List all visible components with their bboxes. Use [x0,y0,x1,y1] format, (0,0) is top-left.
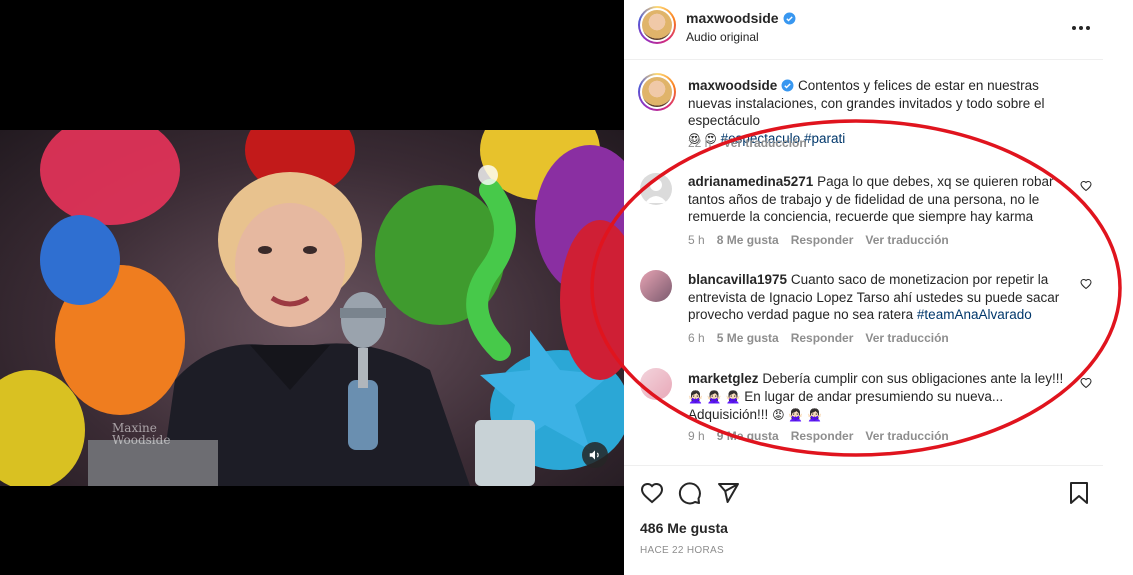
comment-time[interactable]: 6 h [688,331,705,345]
post-time[interactable]: HACE 22 HORAS [640,545,724,556]
reply-button[interactable]: Responder [791,331,854,345]
comment-meta: 9 h 9 Me gusta Responder Ver traducción [688,429,961,443]
comment-text: marketglez Debería cumplir con sus oblig… [688,370,1068,425]
likes-count[interactable]: 486 Me gusta [640,520,728,536]
post-panel: maxwoodside Audio original maxwoodside C… [624,0,1133,575]
audio-label[interactable]: Audio original [686,30,759,44]
translate-button[interactable]: Ver traducción [865,429,948,443]
translate-button[interactable]: Ver traducción [723,136,806,150]
caption-meta: 22 h Ver traducción [688,136,819,150]
share-paper-plane-icon[interactable] [716,481,740,505]
post-header: maxwoodside Audio original [624,0,1103,60]
comment-username[interactable]: marketglez [688,371,759,386]
video-player[interactable]: Maxine Woodside [0,130,624,486]
comment-time[interactable]: 9 h [688,429,705,443]
watermark: Maxine Woodside [112,422,170,446]
author-avatar[interactable] [638,6,676,44]
comment-likes[interactable]: 8 Me gusta [717,233,779,247]
like-heart-icon[interactable] [1080,180,1092,192]
default-avatar-icon [645,179,667,203]
verified-badge-icon [783,12,796,25]
caption-time[interactable]: 22 h [688,136,711,150]
comment-avatar[interactable] [640,270,672,302]
comment-bubble-icon[interactable] [678,481,702,505]
hashtag-link[interactable]: #teamAnaAlvarado [917,307,1032,322]
translate-button[interactable]: Ver traducción [865,331,948,345]
reply-button[interactable]: Responder [791,233,854,247]
author-username[interactable]: maxwoodside [686,10,779,26]
speaker-icon [589,450,599,460]
comment-likes[interactable]: 5 Me gusta [717,331,779,345]
like-heart-icon[interactable] [640,481,664,505]
comment-text: adrianamedina5271 Paga lo que debes, xq … [688,173,1068,226]
caption-avatar[interactable] [638,73,676,111]
like-heart-icon[interactable] [1080,377,1092,389]
comment-username[interactable]: blancavilla1975 [688,272,787,287]
verified-badge-icon [781,79,794,92]
comments-section: maxwoodside Contentos y felices de estar… [624,61,1103,465]
comment-emojis: 🙅🏻‍♀️ 🙅🏻‍♀️ 🙅🏻‍♀️ [688,389,741,404]
comment-meta: 5 h 8 Me gusta Responder Ver traducción [688,233,961,247]
mute-button[interactable] [582,442,608,468]
comment-avatar[interactable] [640,173,672,205]
comment-meta: 6 h 5 Me gusta Responder Ver traducción [688,331,961,345]
comment-avatar[interactable] [640,368,672,400]
caption-username[interactable]: maxwoodside [688,78,777,93]
watermark-line2: Woodside [112,433,171,447]
comment-emojis: 😡 🙅🏻‍♀️ 🙅🏻‍♀️ [772,408,823,422]
reply-button[interactable]: Responder [791,429,854,443]
comment-body-end: Adquisición!!! [688,407,769,422]
comment-username[interactable]: adrianamedina5271 [688,174,813,189]
media-area: Maxine Woodside [0,0,624,575]
translate-button[interactable]: Ver traducción [865,233,948,247]
comment-likes[interactable]: 9 Me gusta [717,429,779,443]
comment-body: Debería cumplir con sus obligaciones ant… [762,371,1064,386]
action-bar: 486 Me gusta HACE 22 HORAS [624,465,1103,575]
comment-text: blancavilla1975 Cuanto saco de monetizac… [688,271,1068,324]
video-frame [0,130,624,486]
more-options-button[interactable] [1069,18,1093,38]
comment-body-continued: En lugar de andar presumiendo su nueva..… [744,388,1004,404]
bookmark-icon[interactable] [1068,481,1090,505]
comment-time[interactable]: 5 h [688,233,705,247]
like-heart-icon[interactable] [1080,278,1092,290]
ellipsis-icon [1072,26,1090,30]
